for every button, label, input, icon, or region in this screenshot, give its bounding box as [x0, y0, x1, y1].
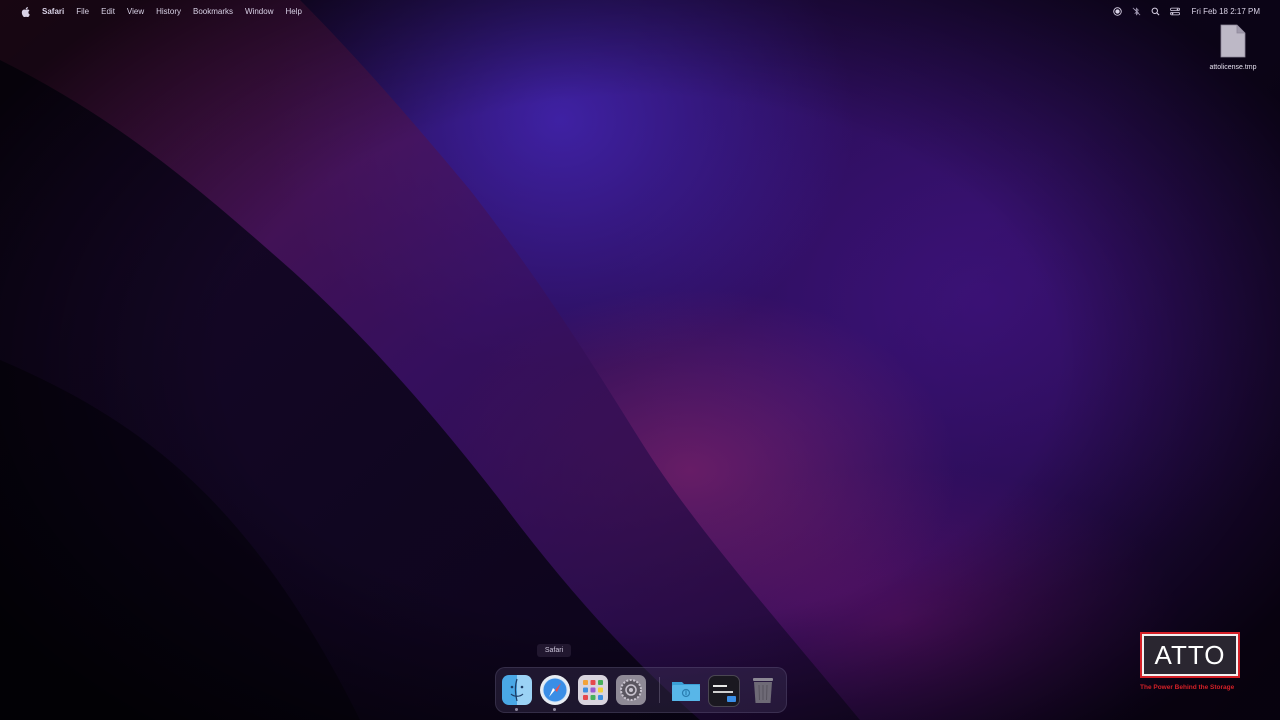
- finder-running-indicator: [515, 708, 518, 711]
- brand-tagline: The Power Behind the Storage: [1140, 684, 1235, 691]
- menu-item-history[interactable]: History: [156, 7, 181, 16]
- control-center-icon[interactable]: [1169, 7, 1180, 17]
- gear-icon[interactable]: [616, 675, 646, 705]
- apple-menu-icon[interactable]: [20, 6, 30, 17]
- document-icon: [1220, 24, 1246, 58]
- menu-item-bookmarks[interactable]: Bookmarks: [193, 7, 233, 16]
- desktop-file[interactable]: attolicense.tmp: [1202, 24, 1264, 71]
- safari-running-indicator: [553, 708, 556, 711]
- menu-item-window[interactable]: Window: [245, 7, 273, 16]
- menu-bar-status: Fri Feb 18 2:17 PM: [1104, 7, 1260, 17]
- dock: [495, 667, 787, 713]
- dock-tooltip: Safari: [537, 644, 571, 657]
- wallpaper: [0, 0, 860, 720]
- brand-logo-text: ATTO: [1154, 639, 1226, 670]
- menu-item-file[interactable]: File: [76, 7, 89, 16]
- finder-icon[interactable]: [502, 675, 532, 705]
- dock-separator: [659, 677, 660, 703]
- menu-bar-clock[interactable]: Fri Feb 18 2:17 PM: [1192, 7, 1260, 16]
- record-icon[interactable]: [1113, 7, 1123, 17]
- folder-icon[interactable]: [670, 675, 700, 705]
- menu-bar: Safari File Edit View History Bookmarks …: [10, 3, 1270, 20]
- trash-icon[interactable]: [750, 675, 780, 705]
- menu-item-app[interactable]: Safari: [42, 7, 64, 16]
- menu-item-view[interactable]: View: [127, 7, 144, 16]
- desktop: Safari File Edit View History Bookmarks …: [0, 0, 1280, 720]
- menu-item-edit[interactable]: Edit: [101, 7, 115, 16]
- spotlight-search-icon[interactable]: [1151, 7, 1161, 17]
- safari-icon[interactable]: [540, 675, 570, 705]
- brand-logo: ATTO The Power Behind the Storage: [1140, 632, 1240, 694]
- brand-logo-box: ATTO: [1140, 632, 1240, 678]
- terminal-icon[interactable]: [708, 675, 740, 707]
- desktop-file-label: attolicense.tmp: [1209, 64, 1257, 71]
- launchpad-icon[interactable]: [578, 675, 608, 705]
- bluetooth-off-icon[interactable]: [1132, 7, 1142, 17]
- menu-item-help[interactable]: Help: [285, 7, 301, 16]
